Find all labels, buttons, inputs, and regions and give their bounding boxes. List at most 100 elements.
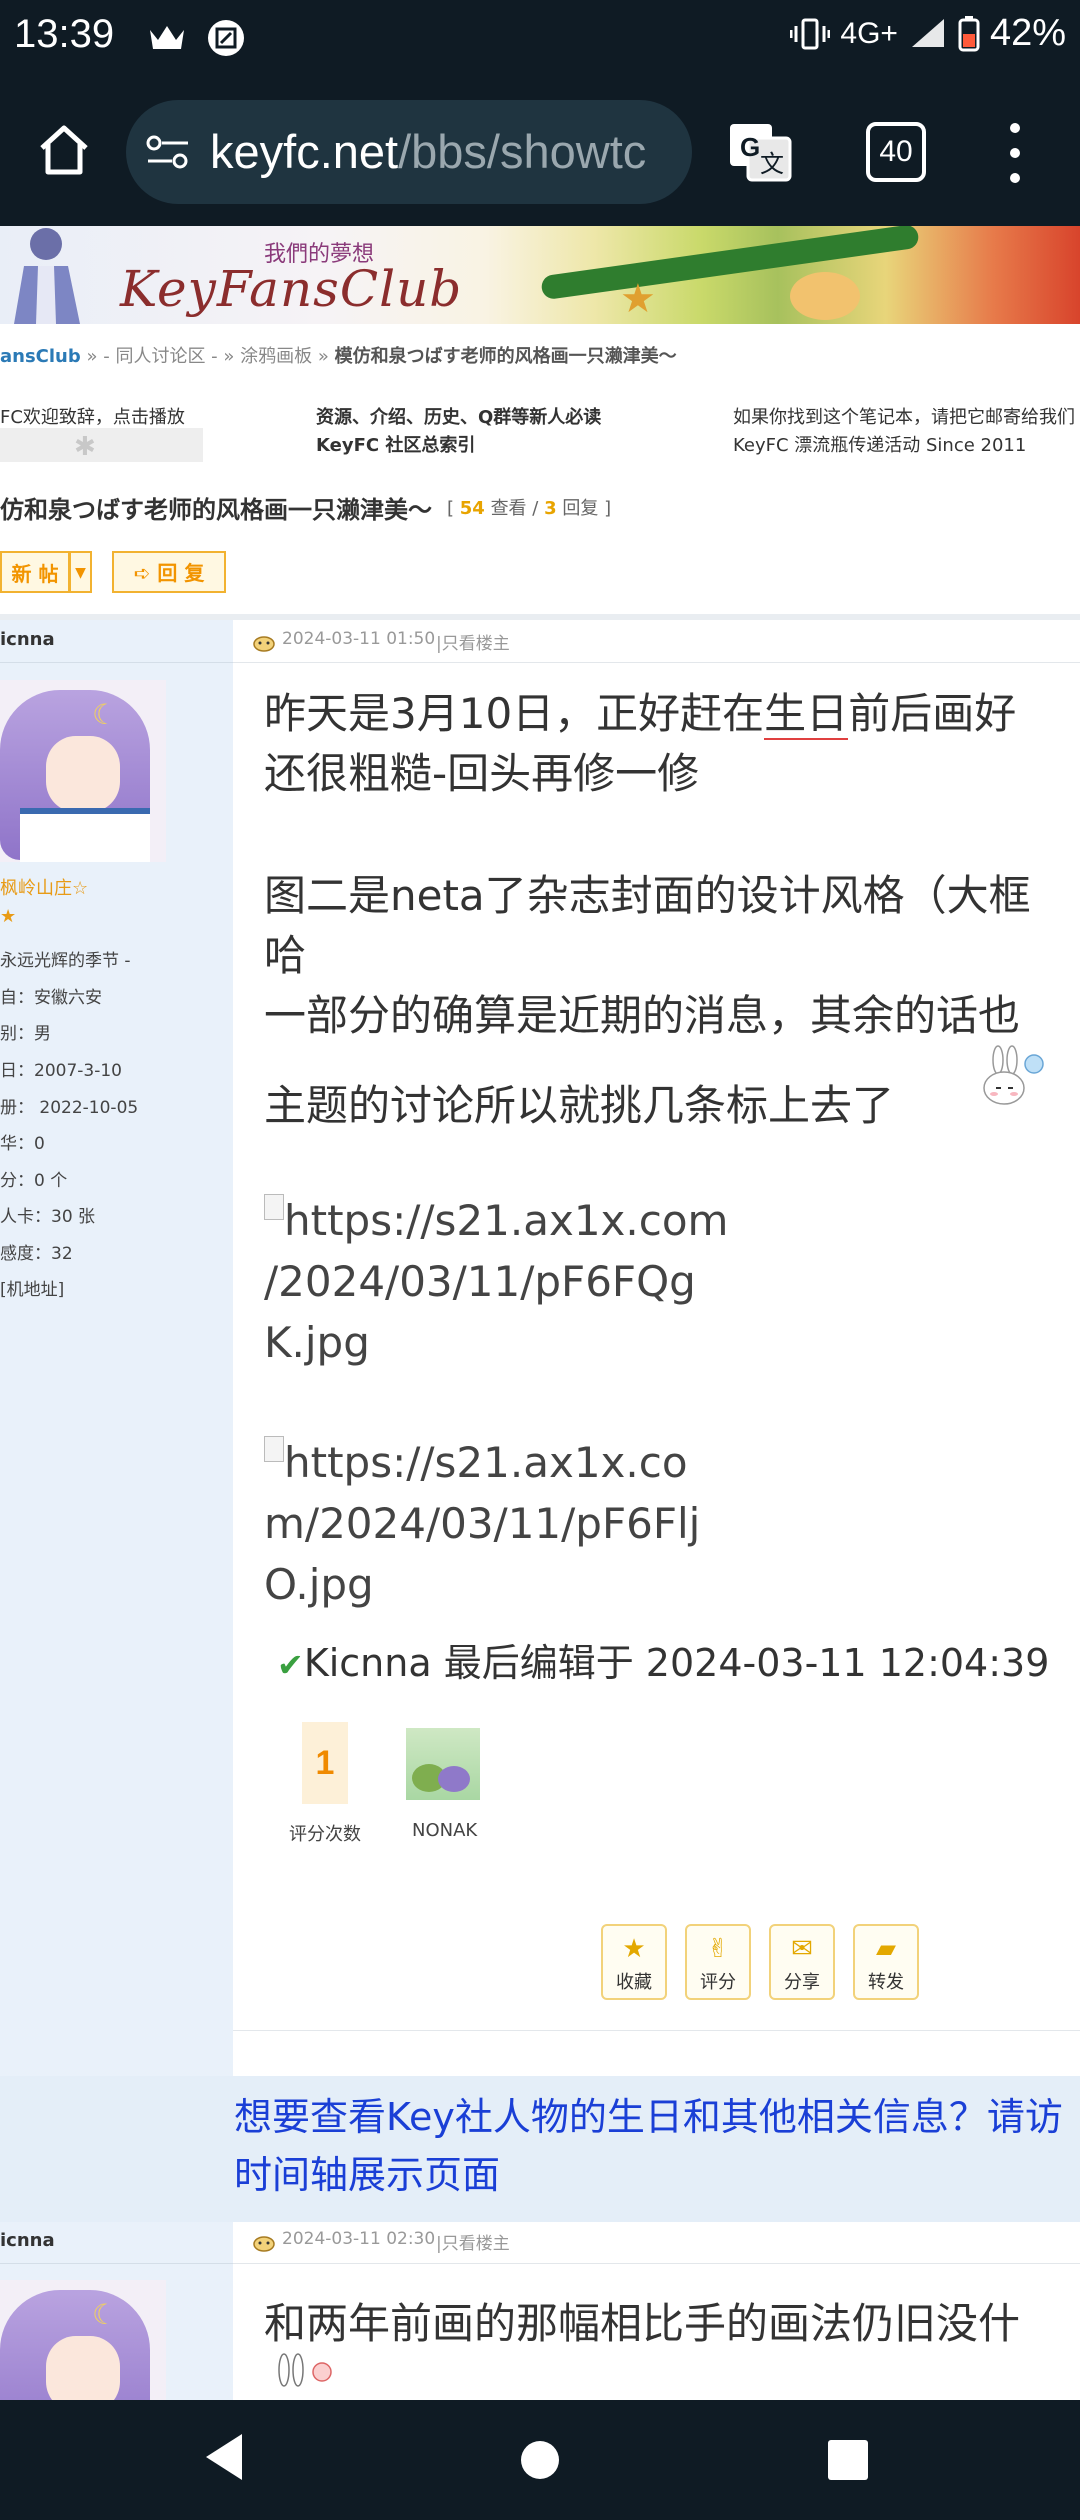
rate-label: 评分	[700, 1972, 736, 1993]
breadcrumb-board[interactable]: 涂鸦画板	[240, 346, 312, 367]
notice-link[interactable]: 想要查看Key社人物的生日和其他相关信息？请访 时间轴展示页面	[234, 2088, 1063, 2204]
reply-label: 回复	[562, 498, 599, 519]
drift-bottle-link[interactable]: KeyFC 漂流瓶传递活动 Since 2011	[733, 431, 1026, 457]
status-right-group: 4G+ 42%	[790, 12, 1066, 55]
favorite-button[interactable]: ★ 收藏	[601, 1924, 667, 2000]
battery-icon	[958, 15, 980, 51]
avatar-dress	[20, 808, 150, 862]
new-post-dropdown[interactable]: ▼	[70, 551, 92, 593]
screenshot-box-icon	[208, 20, 244, 56]
url-text[interactable]: keyfc.net/bbs/showtc	[210, 124, 646, 179]
tab-switcher-button[interactable]: 40	[866, 122, 926, 182]
envelope-icon: ✉	[791, 1934, 813, 1964]
breadcrumb-home[interactable]: ansClub	[0, 346, 81, 367]
breadcrumb-forum[interactable]: - 同人讨论区 -	[103, 346, 217, 367]
address-bar[interactable]: keyfc.net/bbs/showtc	[126, 100, 692, 204]
home-circle-icon[interactable]	[521, 2441, 559, 2479]
browser-toolbar: keyfc.net/bbs/showtc G 文 40	[0, 76, 1080, 226]
thread-title: 仿和泉つばす老师的风格画一只濑津美〜	[0, 496, 432, 524]
svg-text:文: 文	[760, 151, 784, 178]
post-text-line: 哈	[264, 931, 307, 980]
author-detail: 分：0 个	[0, 1171, 68, 1191]
rater-avatar-blob	[438, 1766, 470, 1792]
new-post-button[interactable]: 新 帖	[0, 551, 70, 593]
bunny-emoji-icon	[278, 2353, 332, 2387]
breadcrumb-current: 模仿和泉つばす老师的风格画一只濑津美〜	[334, 346, 677, 367]
rater-avatar[interactable]	[406, 1728, 480, 1800]
community-index-link[interactable]: KeyFC 社区总索引	[316, 431, 475, 457]
view-count: 54	[459, 498, 485, 519]
share-label: 分享	[784, 1972, 820, 1993]
avatar[interactable]: ☾	[0, 680, 166, 862]
reply-count: 3	[544, 498, 557, 519]
spellcheck-word: 生日	[764, 689, 849, 740]
image-url-line: K.jpg	[264, 1318, 370, 1367]
post-text-line: 一部分的确算是近期的消息，其余的话也	[264, 991, 1021, 1040]
overflow-menu-icon[interactable]	[1000, 118, 1030, 188]
author-detail: 永远光辉的季节 -	[0, 951, 131, 971]
site-settings-icon[interactable]	[146, 134, 190, 170]
image-url-line: m/2024/03/11/pF6Flj	[264, 1499, 701, 1548]
forward-button[interactable]: ▰ 转发	[853, 1924, 919, 2000]
post-text-line: 主题的讨论所以就挑几条标上去了	[264, 1081, 895, 1130]
breadcrumb: ansClub » - 同人讨论区 - » 涂鸦画板 » 模仿和泉つばす老师的风…	[0, 342, 677, 368]
avatar[interactable]: ☾	[0, 2280, 166, 2400]
author-detail: 自：安徽六安	[0, 988, 102, 1008]
crown-icon	[150, 26, 184, 49]
broken-image-link[interactable]: https://s21.ax1x.com /2024/03/11/pF6FQg …	[264, 1190, 728, 1373]
forward-label: 转发	[868, 1972, 904, 1993]
breadcrumb-sep: »	[217, 346, 241, 367]
banner-girl-image	[14, 228, 80, 324]
post-header-rule	[233, 2263, 1080, 2264]
avatar-face	[46, 736, 120, 812]
thumb-up-icon: ✌	[707, 1934, 729, 1964]
chevron-down-icon: ▼	[75, 565, 86, 581]
post-status-icon	[253, 2236, 275, 2252]
author-name[interactable]: icnna	[0, 2230, 55, 2251]
checkmark-icon: ✔	[277, 1646, 304, 1684]
image-url-line: https://s21.ax1x.com	[264, 1190, 728, 1251]
post-status-icon	[253, 636, 275, 652]
notebook-link[interactable]: 如果你找到这个笔记本，请把它邮寄给我们	[733, 403, 1075, 429]
reply-arrow-icon: ➪	[133, 561, 158, 585]
rating-count-label: 评分次数	[289, 1824, 361, 1845]
only-op-link[interactable]: |只看楼主	[436, 629, 510, 654]
post-footer-rule	[233, 2030, 1080, 2031]
author-nickname[interactable]: 枫岭山庄☆	[0, 874, 88, 900]
star-icon: ★	[620, 276, 656, 322]
author-detail: 日：2007-3-10	[0, 1061, 122, 1081]
moon-icon: ☾	[92, 698, 118, 731]
broken-image-link[interactable]: https://s21.ax1x.co m/2024/03/11/pF6Flj …	[264, 1432, 700, 1615]
welcome-audio-link[interactable]: FC欢迎致辞，点击播放	[0, 403, 185, 429]
rate-button[interactable]: ✌ 评分	[685, 1924, 751, 2000]
rater-name[interactable]: NONAK	[412, 1820, 477, 1841]
view-label: 查看 /	[490, 498, 539, 519]
favorite-label: 收藏	[616, 1972, 652, 1993]
home-icon[interactable]	[34, 120, 94, 180]
newbie-guide-link[interactable]: 资源、介绍、历史、Q群等新人必读	[316, 403, 601, 429]
author-name[interactable]: icnna	[0, 629, 55, 650]
audio-player[interactable]	[0, 428, 203, 462]
status-time: 13:39	[14, 12, 115, 56]
post-text-part: 前后画好	[848, 689, 1017, 738]
bunny-emoji-icon	[983, 1045, 1044, 1105]
only-op-link[interactable]: |只看楼主	[436, 2229, 510, 2254]
author-detail: 感度：32	[0, 1244, 73, 1264]
author-detail: 别：男	[0, 1024, 51, 1044]
author-detail: 华：0	[0, 1134, 45, 1154]
signal-icon	[911, 18, 944, 47]
translate-icon[interactable]: G 文	[728, 120, 792, 184]
recents-square-icon[interactable]	[828, 2440, 868, 2480]
svg-text:G: G	[740, 132, 760, 162]
image-url-line: O.jpg	[264, 1560, 374, 1609]
reply-button[interactable]: ➪ 回 复	[112, 551, 226, 593]
sidebar-divider	[0, 2263, 233, 2264]
back-icon[interactable]	[204, 2432, 244, 2482]
thread-stats: [ 54 查看 / 3 回复 ]	[447, 494, 611, 520]
share-button[interactable]: ✉ 分享	[769, 1924, 835, 2000]
rating-count[interactable]: 1	[302, 1722, 348, 1804]
post-text-part: 昨天是3月10日，正好赶在	[264, 689, 765, 738]
forum-banner[interactable]: ★ 我們的夢想 KeyFansClub	[0, 226, 1080, 324]
author-detail[interactable]: [机地址]	[0, 1275, 64, 1300]
image-url-line: https://s21.ax1x.co	[264, 1432, 700, 1493]
